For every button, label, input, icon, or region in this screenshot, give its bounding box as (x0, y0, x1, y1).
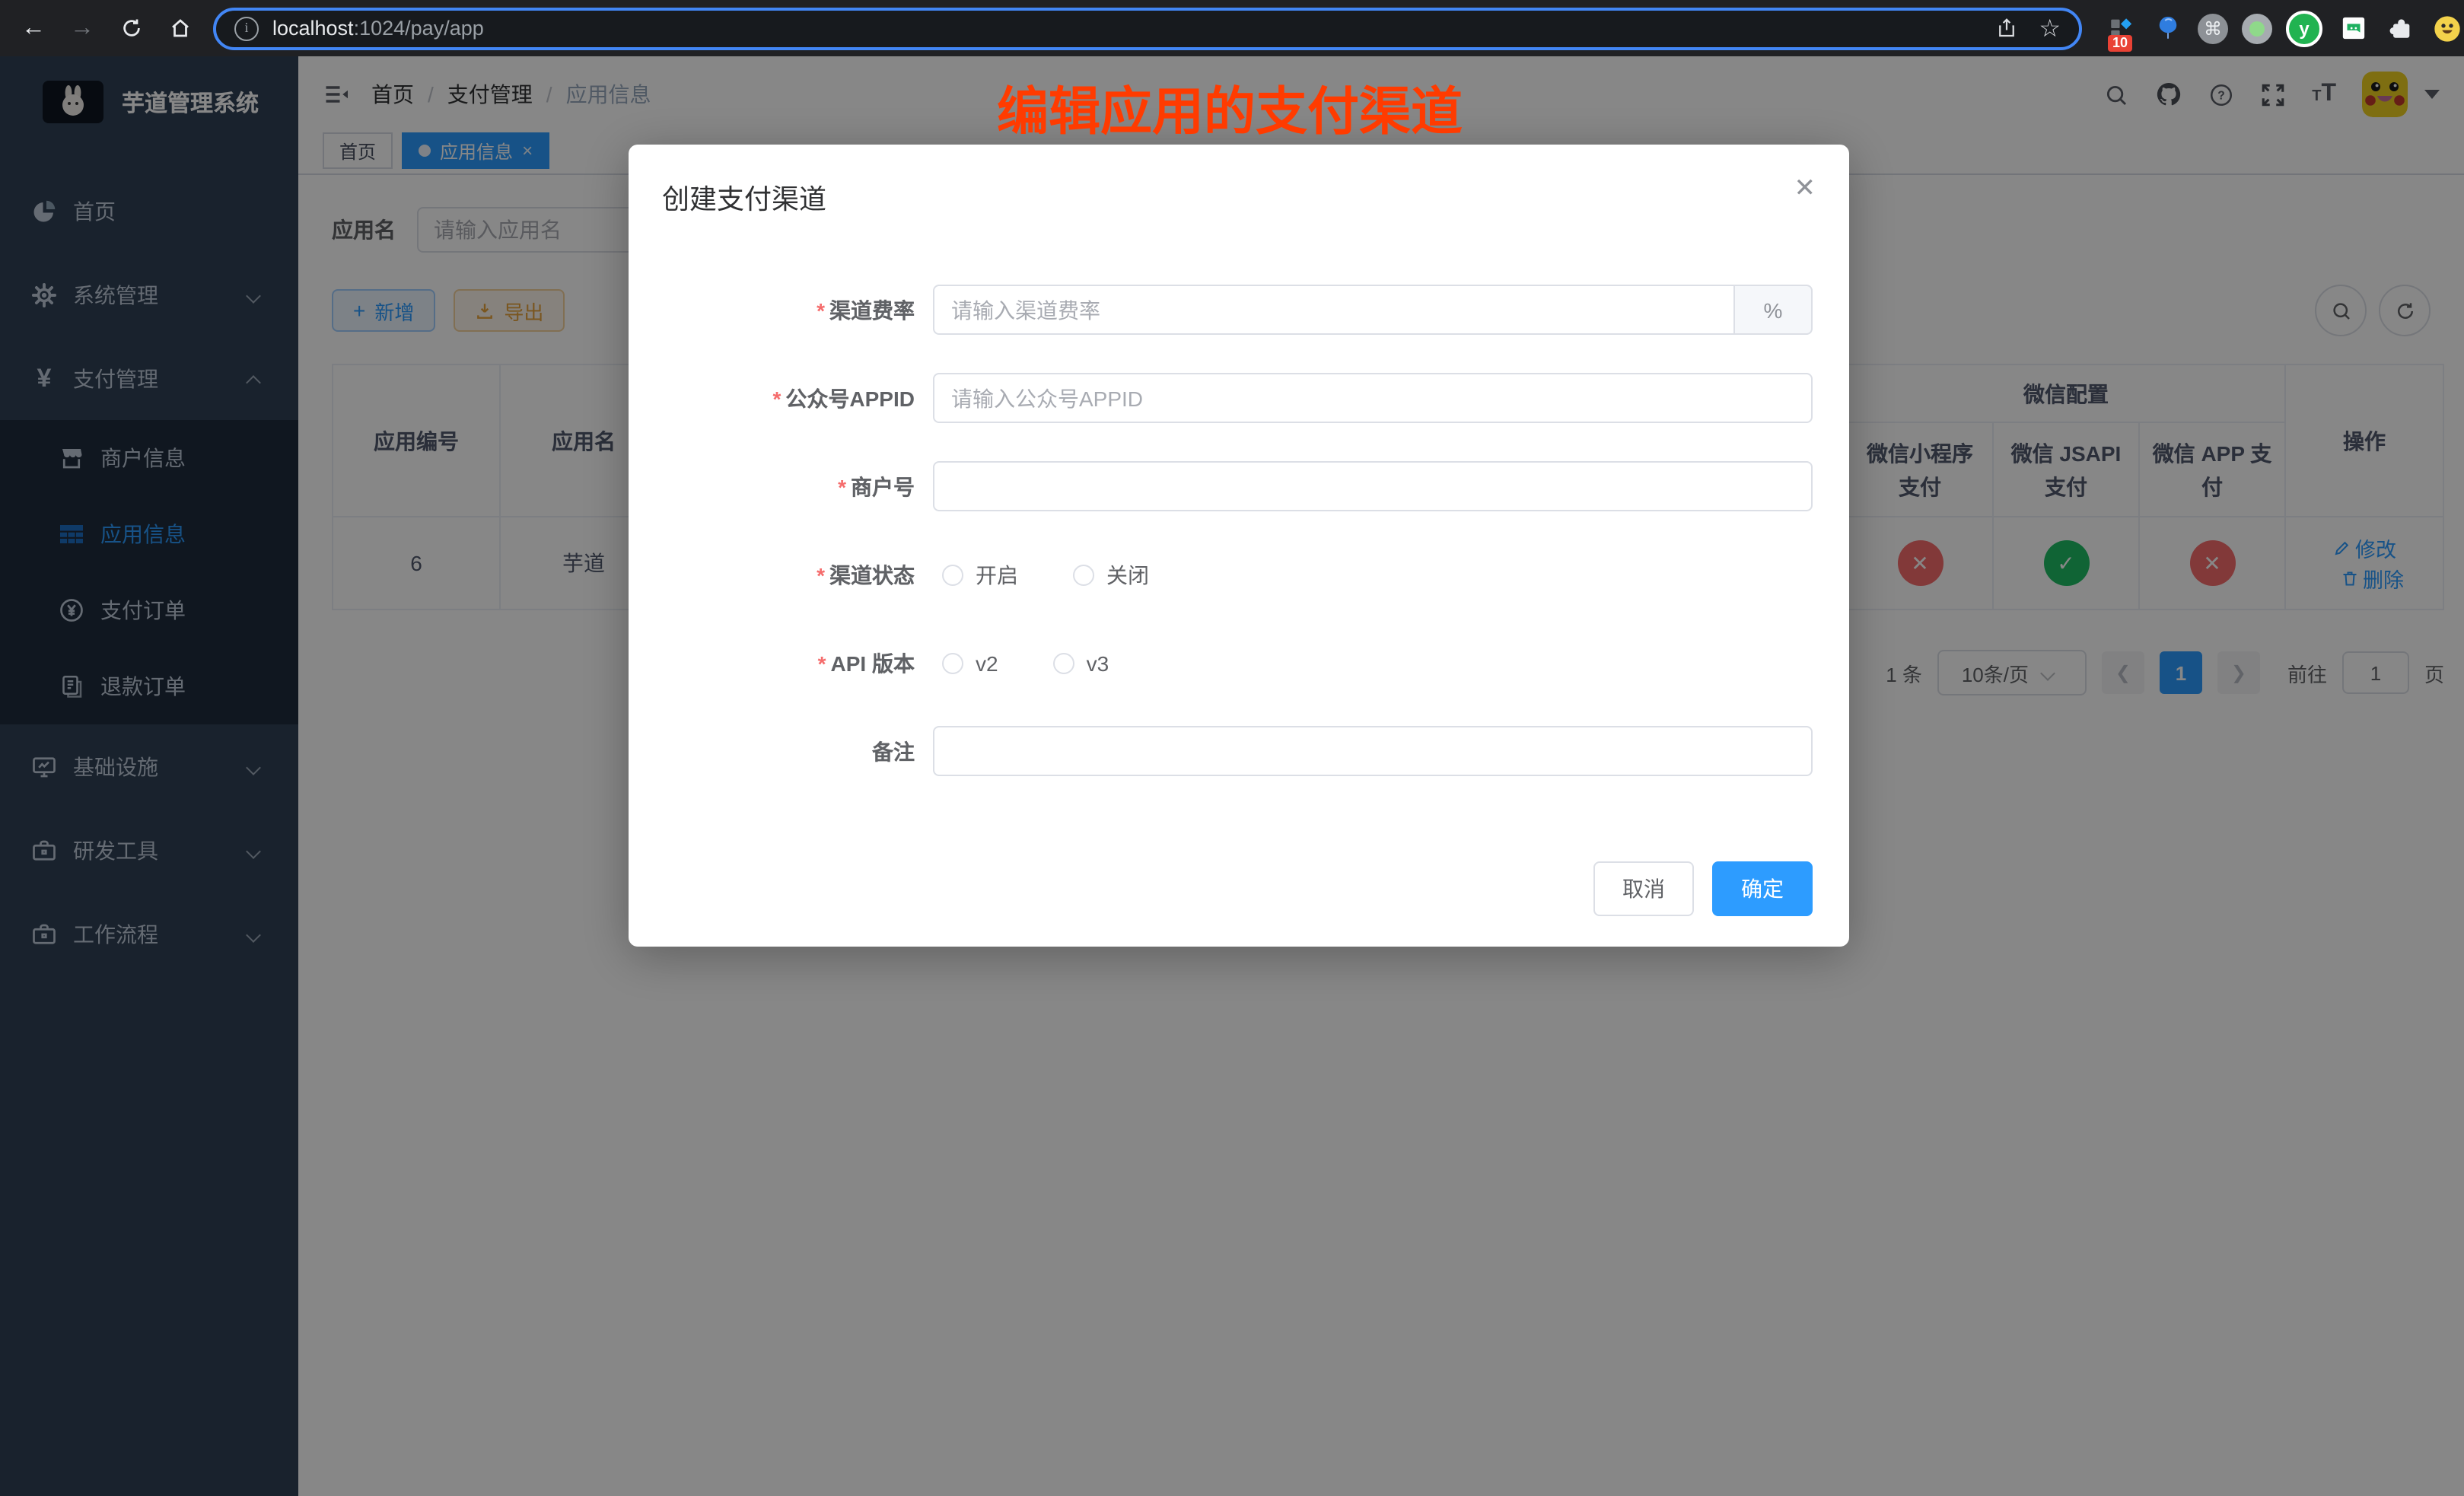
radio-icon (942, 564, 963, 585)
share-icon[interactable] (1994, 17, 2017, 40)
radio-icon (942, 652, 963, 673)
required-asterisk: * (818, 651, 826, 675)
status-off-radio[interactable]: 关闭 (1073, 559, 1149, 590)
bookmark-star-icon[interactable]: ☆ (2039, 13, 2061, 43)
dialog-form: *渠道费率 % *公众号APPID *商户号 *渠道状态 (629, 218, 1849, 776)
confirm-button[interactable]: 确定 (1712, 861, 1813, 916)
ext-dot-icon[interactable] (2242, 13, 2272, 43)
radio-icon (1073, 564, 1094, 585)
required-asterisk: * (817, 298, 825, 322)
back-icon[interactable]: ← (15, 10, 52, 46)
ext-kite-icon[interactable] (2150, 11, 2184, 45)
form-row-rate: *渠道费率 % (665, 285, 1813, 335)
remark-label: 备注 (872, 739, 915, 763)
ext-badge: 10 (2108, 34, 2132, 51)
form-row-api-version: *API 版本 v2 v3 (665, 638, 1813, 688)
extension-icons: 10 ⌘ y (2103, 10, 2464, 46)
annotation-text: 编辑应用的支付渠道 (997, 70, 1463, 145)
url-bar[interactable]: i localhost:1024/pay/app ☆ (213, 7, 2082, 49)
form-row-status: *渠道状态 开启 关闭 (665, 549, 1813, 600)
form-row-appid: *公众号APPID (665, 373, 1813, 423)
ext-grid-icon[interactable]: 10 (2103, 11, 2137, 45)
appid-label: 公众号APPID (785, 386, 915, 410)
forward-icon[interactable]: → (64, 10, 100, 46)
dialog-title: 创建支付渠道 (629, 145, 1849, 218)
url-text: localhost:1024/pay/app (272, 17, 1994, 40)
rate-suffix: % (1735, 285, 1813, 335)
ext-command-icon[interactable]: ⌘ (2198, 13, 2228, 43)
browser-nav: ← → (0, 10, 213, 46)
ext-y-icon[interactable]: y (2286, 10, 2322, 46)
form-row-remark: 备注 (665, 726, 1813, 776)
screenshot-root: ← → i localhost:1024/pay/app ☆ 10 (0, 0, 2464, 1496)
api-v3-radio[interactable]: v3 (1053, 651, 1109, 675)
required-asterisk: * (838, 474, 846, 498)
site-info-icon[interactable]: i (234, 16, 259, 40)
create-channel-dialog: 创建支付渠道 ✕ *渠道费率 % *公众号APPID *商户号 (629, 145, 1849, 947)
radio-icon (1053, 652, 1074, 673)
appid-input[interactable] (933, 373, 1813, 423)
form-row-merchant: *商户号 (665, 461, 1813, 511)
dialog-footer: 取消 确定 (1593, 861, 1813, 916)
browser-toolbar: ← → i localhost:1024/pay/app ☆ 10 (0, 0, 2464, 56)
merchant-label: 商户号 (851, 474, 915, 498)
status-label: 渠道状态 (829, 562, 915, 587)
status-on-radio[interactable]: 开启 (942, 559, 1018, 590)
profile-avatar-icon[interactable] (2431, 11, 2464, 45)
api-v2-radio[interactable]: v2 (942, 651, 998, 675)
dialog-close-icon[interactable]: ✕ (1794, 175, 1816, 201)
extensions-puzzle-icon[interactable] (2383, 11, 2417, 45)
required-asterisk: * (773, 386, 782, 410)
reload-icon[interactable] (113, 10, 149, 46)
cancel-button[interactable]: 取消 (1593, 861, 1694, 916)
api-version-label: API 版本 (831, 651, 915, 675)
home-icon[interactable] (161, 10, 198, 46)
merchant-input[interactable] (933, 461, 1813, 511)
rate-label: 渠道费率 (829, 298, 915, 322)
rate-input[interactable] (933, 285, 1735, 335)
ext-chat-icon[interactable] (2336, 11, 2370, 45)
required-asterisk: * (817, 562, 825, 587)
remark-input[interactable] (933, 726, 1813, 776)
